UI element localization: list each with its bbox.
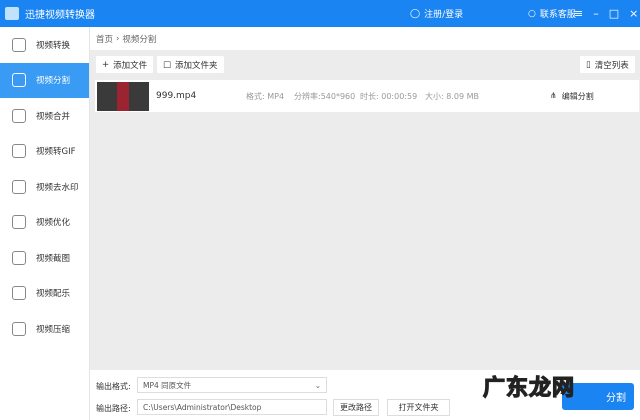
gif-icon — [12, 144, 26, 159]
open-folder-button[interactable]: 打开文件夹 — [387, 399, 450, 416]
sidebar: 视频转换 视频分割 视频合并 视频转GIF 视频去水印 视频优化 视频截图 视频… — [0, 27, 90, 420]
sidebar-item-music[interactable]: 视频配乐 — [0, 276, 89, 312]
minimize-icon[interactable]: – — [593, 7, 599, 20]
format-select[interactable]: MP4 同原文件 ⌄ — [137, 377, 327, 393]
chevron-down-icon: ⌄ — [314, 380, 321, 390]
add-file-button[interactable]: + 添加文件 — [96, 56, 154, 73]
clear-list-button[interactable]: ▯ 清空列表 — [580, 56, 635, 73]
app-logo-icon — [5, 7, 19, 20]
split-edit-icon: ⋔ — [550, 90, 557, 100]
file-format: 格式: MP4 — [246, 91, 285, 101]
file-resolution: 分辨率:540*960 — [294, 91, 356, 101]
watermark-icon — [12, 179, 26, 194]
file-row[interactable]: 999.mp4 格式: MP4 分辨率:540*960 时长: 00:00:59… — [95, 80, 639, 112]
sidebar-item-optimize[interactable]: 视频优化 — [0, 205, 89, 241]
chat-icon: ○ — [528, 8, 536, 19]
breadcrumb-separator: › — [116, 33, 120, 44]
music-icon — [12, 286, 26, 301]
path-label: 输出路径: — [96, 404, 131, 413]
sidebar-item-compress[interactable]: 视频压缩 — [0, 311, 89, 347]
path-input[interactable]: C:\Users\Administrator\Desktop — [137, 399, 327, 415]
title-bar: 迅捷视频转换器 ◯ 注册/登录 ○ 联系客服 ≡ – □ × — [0, 0, 640, 27]
user-icon: ◯ — [410, 8, 421, 19]
split-icon — [12, 73, 26, 88]
plus-icon: + — [102, 59, 110, 70]
folder-icon: □ — [163, 59, 172, 70]
login-button[interactable]: ◯ 注册/登录 — [410, 0, 463, 27]
sidebar-item-gif[interactable]: 视频转GIF — [0, 134, 89, 170]
file-size: 大小: 8.09 MB — [425, 91, 479, 101]
file-duration: 时长: 00:00:59 — [360, 91, 418, 101]
breadcrumb-current: 视频分割 — [122, 34, 157, 45]
support-button[interactable]: ○ 联系客服 — [528, 0, 576, 27]
merge-icon — [12, 108, 26, 123]
change-path-button[interactable]: 更改路径 — [333, 399, 379, 416]
app-title: 迅捷视频转换器 — [25, 10, 95, 21]
close-icon[interactable]: × — [629, 7, 638, 20]
image-icon — [12, 250, 26, 265]
file-name: 999.mp4 — [156, 91, 197, 101]
breadcrumb-home[interactable]: 首页 — [96, 33, 113, 45]
optimize-icon — [12, 215, 26, 230]
format-label: 输出格式: — [96, 382, 131, 391]
sidebar-item-merge[interactable]: 视频合并 — [0, 98, 89, 134]
trash-icon: ▯ — [586, 59, 591, 70]
sidebar-item-convert[interactable]: 视频转换 — [0, 27, 89, 63]
sidebar-item-split[interactable]: 视频分割 — [0, 62, 89, 98]
video-thumbnail — [97, 81, 149, 111]
add-folder-button[interactable]: □ 添加文件夹 — [157, 56, 224, 73]
convert-icon — [12, 37, 26, 52]
edit-split-button[interactable]: ⋔ 编辑分割 — [550, 91, 594, 102]
maximize-icon[interactable]: □ — [609, 7, 619, 20]
sidebar-item-screenshot[interactable]: 视频截图 — [0, 240, 89, 276]
menu-icon[interactable]: ≡ — [574, 7, 583, 20]
watermark: 广东龙网 — [482, 375, 576, 401]
compress-icon — [12, 321, 26, 336]
breadcrumb: 首页 › 视频分割 — [90, 27, 640, 50]
sidebar-item-watermark[interactable]: 视频去水印 — [0, 169, 89, 205]
